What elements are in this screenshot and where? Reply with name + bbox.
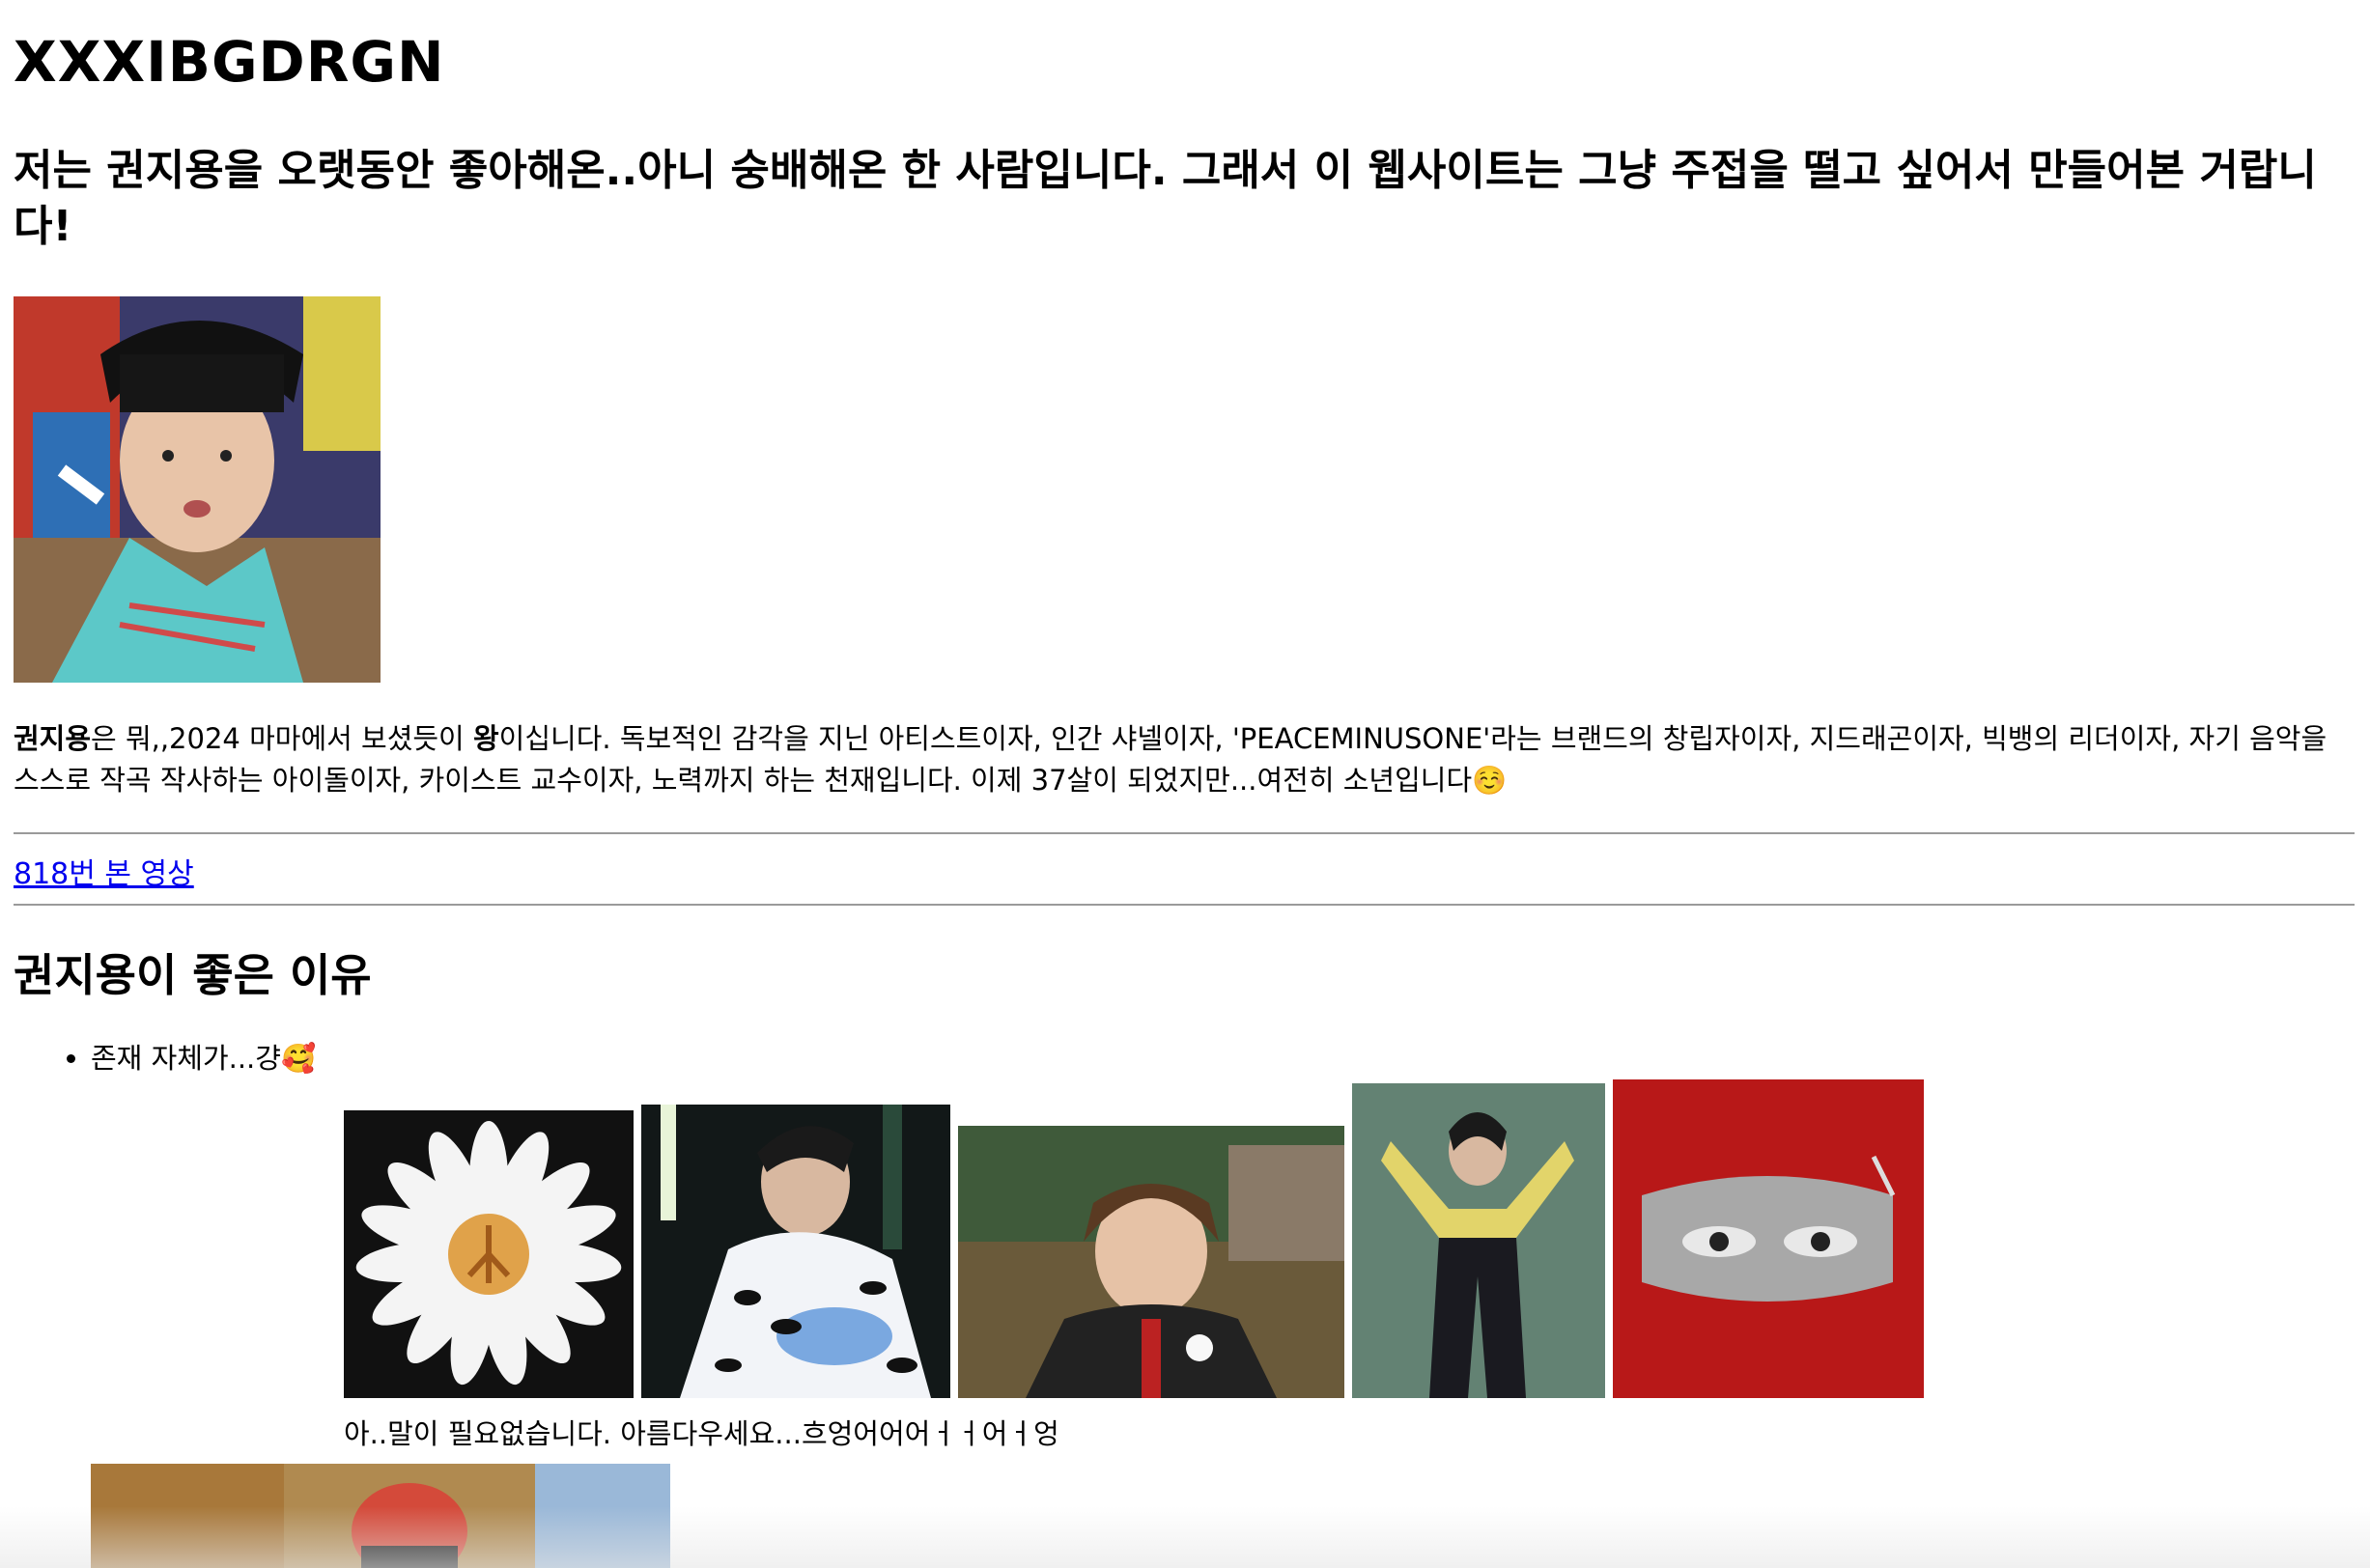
reason-item: 존재 자체가...걍🥰 xyxy=(91,1038,316,1078)
daisy-logo-photo xyxy=(344,1110,634,1398)
partial-photo xyxy=(91,1464,670,1568)
site-title: XXXIBGDRGN xyxy=(14,29,445,95)
bio-king: 왕 xyxy=(472,722,499,755)
bio-paragraph: 권지용은 뭐,,2024 마마에서 보셨듯이 왕이십니다. 독보적인 감각을 지… xyxy=(14,718,2355,801)
reasons-list: 존재 자체가...걍🥰 xyxy=(14,1038,316,1078)
video-link[interactable]: 818번 본 영상 xyxy=(14,850,194,892)
suit-smile-photo xyxy=(958,1126,1344,1398)
bio-text-1: 은 뭐,,2024 마마에서 보셨듯이 xyxy=(91,722,473,755)
hero-photo xyxy=(14,296,381,683)
fur-coat-photo xyxy=(641,1105,950,1398)
photo-gallery xyxy=(344,1079,1947,1398)
reasons-heading: 권지용이 좋은 이유 xyxy=(14,949,372,1001)
bio-name: 권지용 xyxy=(14,722,92,755)
intro-heading: 저는 권지용을 오랫동안 좋아해온..아니 숭배해온 한 사람입니다. 그래서 … xyxy=(14,146,2317,251)
divider-top xyxy=(14,832,2355,834)
yellow-top-photo xyxy=(1352,1083,1605,1398)
red-balaclava-photo xyxy=(1613,1079,1924,1398)
divider-bottom xyxy=(14,904,2355,906)
gallery-caption: 아..말이 필요없습니다. 아름다우세요...흐엉어어어ㅓㅓ어ㅓ엉 xyxy=(344,1417,1059,1450)
